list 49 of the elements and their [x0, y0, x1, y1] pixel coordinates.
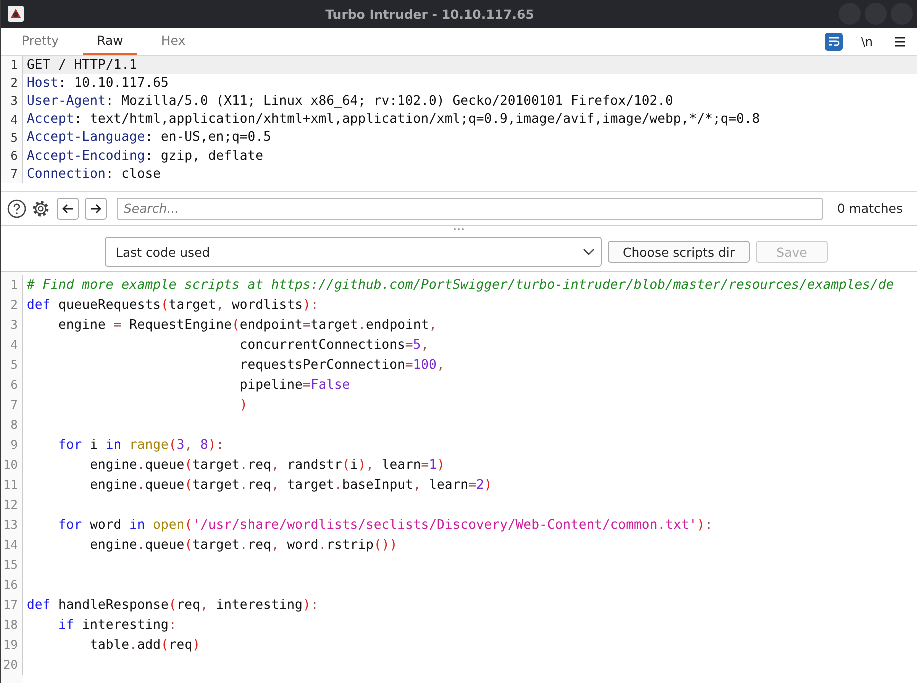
request-line: Host: 10.10.117.65	[26, 76, 169, 91]
view-tab[interactable]: Hex	[147, 28, 200, 55]
right-arrow-icon	[90, 202, 102, 214]
splitter-grip-icon[interactable]	[453, 228, 465, 231]
code-line: requestsPerConnection=100,	[238, 358, 445, 372]
choose-dir-button[interactable]: Choose scripts dir	[608, 241, 750, 263]
code-line: concurrentConnections=5,	[238, 338, 430, 352]
request-line: GET / HTTP/1.1	[26, 58, 138, 73]
request-line: User-Agent: Mozilla/5.0 (X11; Linux x86_64; rv:102.0) Gecko/20100101 Firefox/102.0	[26, 94, 674, 109]
request-line: Accept-Encoding: gzip, deflate	[26, 148, 264, 164]
line-number: 2	[1, 74, 23, 92]
code-line: table.add(req)	[89, 638, 200, 652]
window-title: Turbo Intruder - 10.10.117.65	[324, 6, 536, 22]
next-button[interactable]	[85, 198, 107, 220]
line-number: 3	[1, 92, 23, 111]
match-count: 0 matches	[837, 201, 903, 216]
request-line: Accept: text/html,application/xhtml+xml,application/xml;q=0.9,image/avif,image/webp,*/*;q=0.8	[26, 112, 760, 128]
code-line: )	[238, 398, 248, 412]
line-number: 4	[1, 110, 23, 129]
settings-icon[interactable]	[31, 198, 51, 218]
previous-button[interactable]	[57, 198, 79, 220]
chevron-down-icon	[583, 248, 595, 256]
help-icon[interactable]	[7, 198, 27, 218]
code-line: for i in range(3, 8):	[58, 438, 224, 452]
line-number: 1	[1, 56, 23, 74]
code-line: def queueRequests(target, wordlists):	[26, 298, 319, 312]
script-dropdown[interactable]: Last code used	[105, 237, 602, 267]
line-number: 20	[1, 655, 23, 675]
newline-toggle[interactable]: \n	[859, 34, 875, 48]
wrap-lines-icon[interactable]	[825, 32, 844, 50]
script-editor[interactable]	[1, 271, 917, 683]
code-line: engine.queue(target.req, target.baseInput, learn=2)	[89, 478, 492, 492]
view-tab[interactable]: Pretty	[8, 28, 74, 55]
request-line: Connection: close	[26, 166, 162, 182]
app-logo-icon	[7, 5, 25, 23]
search-field[interactable]: Search...	[117, 198, 824, 220]
line-number: 5	[1, 128, 23, 147]
left-arrow-icon	[62, 202, 74, 214]
code-line: pipeline=False	[238, 378, 350, 392]
code-line: engine.queue(target.req, randstr(i), learn=1)	[89, 458, 445, 472]
code-line: # Find more example scripts at https://github.com/PortSwigger/turbo-intruder/blob/master/resources/examples/de	[26, 278, 894, 292]
code-line: engine.queue(target.req, word.rstrip())	[89, 538, 398, 552]
code-line: engine = RequestEngine(endpoint=target.endpoint,	[58, 318, 438, 332]
code-line: if interesting:	[58, 618, 177, 632]
line-number: 7	[1, 165, 23, 184]
line-number: 6	[1, 146, 23, 166]
request-line: Accept-Language: en-US,en;q=0.5	[26, 130, 272, 146]
code-line: for word in open('/usr/share/wordlists/seclists/Discovery/Web-Content/common.txt'):	[58, 518, 713, 532]
code-line: def handleResponse(req, interesting):	[26, 598, 319, 612]
